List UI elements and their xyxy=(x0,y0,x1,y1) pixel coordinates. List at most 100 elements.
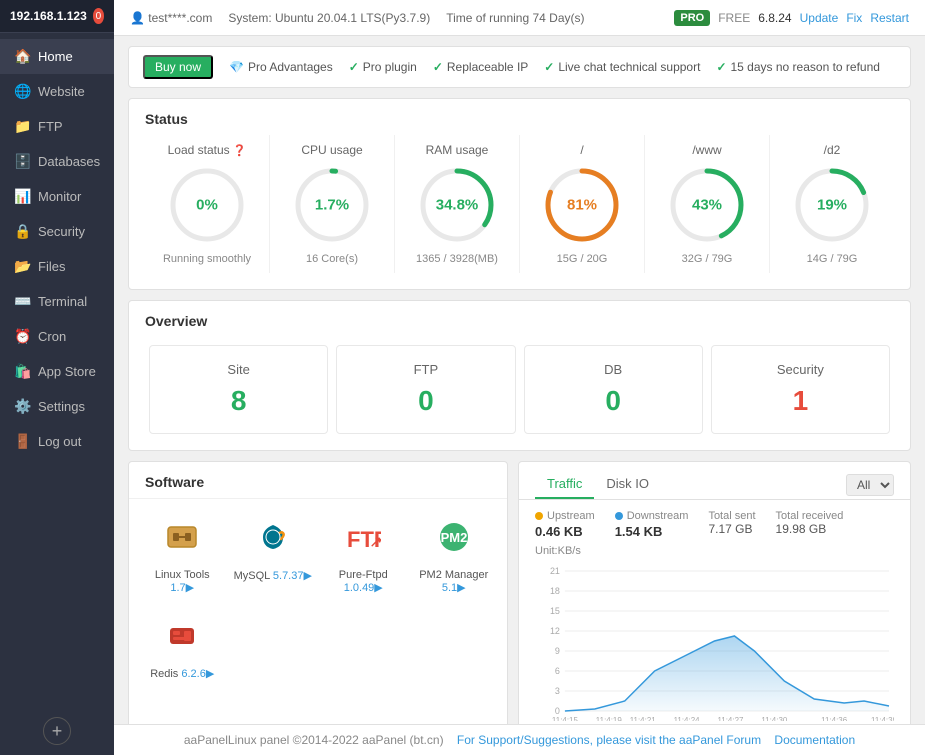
sidebar: 192.168.1.123 0 🏠Home🌐Website 📁 FTP 🗄️Datab… xyxy=(0,0,114,755)
sidebar-item-cron[interactable]: ⏰Cron xyxy=(0,319,114,354)
nav-label-0: Home xyxy=(38,49,73,64)
chart-unit: Unit:KB/s xyxy=(535,545,894,557)
restart-link[interactable]: Restart xyxy=(870,11,909,25)
svg-text:11:4:36: 11:4:36 xyxy=(821,716,848,721)
sidebar-item-security[interactable]: 🔒Security xyxy=(0,214,114,249)
overview-title: Overview xyxy=(129,301,910,337)
gauge-5: /d2 19% 14G / 79G xyxy=(770,135,894,273)
software-title: Software xyxy=(129,462,507,499)
main-area: 👤 test****.com System: Ubuntu 20.04.1 LT… xyxy=(114,0,925,755)
gauge-sub-4: 32G / 79G xyxy=(649,253,765,265)
gauge-container-3: 81% xyxy=(542,165,622,245)
bottom-row: Software Linux Tools 1.7▶ MySQL 5.7.37▶ … xyxy=(128,461,911,724)
sidebar-badge: 0 xyxy=(93,8,104,24)
downstream-label: Downstream xyxy=(615,510,689,522)
nav-icon-3: 🗄️ xyxy=(14,153,30,170)
overview-card-2[interactable]: DB 0 xyxy=(524,345,703,434)
software-item-0[interactable]: Linux Tools 1.7▶ xyxy=(139,509,226,604)
software-item-1[interactable]: MySQL 5.7.37▶ xyxy=(230,509,317,604)
gauge-value-0: 0% xyxy=(196,197,218,214)
gauge-sub-2: 1365 / 3928(MB) xyxy=(399,253,515,265)
buy-now-button[interactable]: Buy now xyxy=(143,55,213,79)
sidebar-nav: 🏠Home🌐Website 📁 FTP 🗄️Databases 📊 Monitor 🔒Sec… xyxy=(0,33,114,707)
tab-diskio[interactable]: Disk IO xyxy=(594,470,661,499)
topbar-left: 👤 test****.com System: Ubuntu 20.04.1 LT… xyxy=(130,11,585,25)
gauge-0: Load status ❓ 0% Running smoothly xyxy=(145,135,270,273)
stat-total-sent: Total sent 7.17 GB xyxy=(708,510,755,539)
gauge-container-1: 1.7% xyxy=(292,165,372,245)
traffic-filter-select[interactable]: All xyxy=(846,474,894,496)
svg-text:3: 3 xyxy=(555,686,560,696)
mysql-icon xyxy=(255,519,291,555)
software-item-3[interactable]: PM2 PM2 Manager 5.1▶ xyxy=(411,509,498,604)
nav-label-4: Monitor xyxy=(38,189,81,204)
sidebar-item-app-store[interactable]: 🛍️App Store xyxy=(0,354,114,389)
sidebar-item-ftp[interactable]: 📁 FTP xyxy=(0,109,114,144)
ov-value-1: 0 xyxy=(345,385,506,417)
sidebar-item-home[interactable]: 🏠Home xyxy=(0,39,114,74)
gauge-sub-1: 16 Core(s) xyxy=(274,253,390,265)
nav-label-8: Cron xyxy=(38,329,66,344)
pro-banner: Buy now 💎 Pro Advantages ✓ Pro plugin ✓ … xyxy=(128,46,911,88)
gauge-container-0: 0% xyxy=(167,165,247,245)
add-button[interactable]: + xyxy=(43,717,71,745)
sw-icon-container-2: FTP↗ xyxy=(324,519,403,563)
nav-icon-9: 🛍️ xyxy=(14,363,30,380)
tab-traffic[interactable]: Traffic xyxy=(535,470,594,499)
pro-replaceable-ip: ✓ Replaceable IP xyxy=(433,60,528,74)
stat-downstream: Downstream 1.54 KB xyxy=(615,510,689,539)
nav-icon-4: 📊 xyxy=(14,188,30,205)
sidebar-item-settings[interactable]: ⚙️Settings xyxy=(0,389,114,424)
gauge-label-2: RAM usage xyxy=(399,143,515,157)
overview-card-1[interactable]: FTP 0 xyxy=(336,345,515,434)
nav-label-6: Files xyxy=(38,259,65,274)
sw-icon-container-4 xyxy=(143,618,222,662)
ov-label-0: Site xyxy=(158,362,319,377)
overview-card-3[interactable]: Security 1 xyxy=(711,345,890,434)
sw-version-3: 5.1▶ xyxy=(442,582,466,594)
pro-advantage: 💎 Pro Advantages xyxy=(229,60,333,74)
nav-icon-2: 📁 xyxy=(14,118,30,135)
sidebar-item-terminal[interactable]: ⌨️Terminal xyxy=(0,284,114,319)
chart-area: Unit:KB/s 21 18 15 xyxy=(519,545,910,724)
nav-icon-5: 🔒 xyxy=(14,223,30,240)
sidebar-item-log-out[interactable]: 🚪Log out xyxy=(0,424,114,459)
svg-text:PM2: PM2 xyxy=(440,530,467,545)
topbar-right: PRO FREE 6.8.24 Update Fix Restart xyxy=(674,10,909,26)
gauge-label-5: /d2 xyxy=(774,143,890,157)
overview-card-0[interactable]: Site 8 xyxy=(149,345,328,434)
pro-refund: ✓ 15 days no reason to refund xyxy=(716,60,880,74)
ov-label-1: FTP xyxy=(345,362,506,377)
pm2-icon: PM2 xyxy=(436,519,472,555)
nav-icon-6: 📂 xyxy=(14,258,30,275)
gauge-value-1: 1.7% xyxy=(315,197,349,214)
sidebar-item-files[interactable]: 📂 Files xyxy=(0,249,114,284)
sidebar-item-databases[interactable]: 🗄️Databases xyxy=(0,144,114,179)
sidebar-header: 192.168.1.123 0 xyxy=(0,0,114,33)
gauge-label-4: /www xyxy=(649,143,765,157)
gauge-container-5: 19% xyxy=(792,165,872,245)
footer-copyright: aaPanelLinux panel ©2014-2022 aaPanel (b… xyxy=(184,733,444,747)
linux-tools-icon xyxy=(164,519,200,555)
nav-icon-10: ⚙️ xyxy=(14,398,30,415)
svg-text:9: 9 xyxy=(555,646,560,656)
footer-support-link[interactable]: For Support/Suggestions, please visit th… xyxy=(457,733,761,747)
footer-docs-link[interactable]: Documentation xyxy=(774,733,855,747)
total-sent-label: Total sent xyxy=(708,510,755,522)
sw-name-4: Redis 6.2.6▶ xyxy=(143,667,222,680)
software-item-4[interactable]: Redis 6.2.6▶ xyxy=(139,608,226,691)
overview-cards: Site 8 FTP 0 DB 0 Security 1 xyxy=(129,337,910,450)
sidebar-item-website[interactable]: 🌐Website xyxy=(0,74,114,109)
ov-value-2: 0 xyxy=(533,385,694,417)
gauge-label-3: / xyxy=(524,143,640,157)
traffic-chart: 21 18 15 12 9 6 3 0 xyxy=(535,561,894,721)
nav-icon-7: ⌨️ xyxy=(14,293,30,310)
fix-link[interactable]: Fix xyxy=(846,11,862,25)
software-item-2[interactable]: FTP↗ Pure-Ftpd 1.0.49▶ xyxy=(320,509,407,604)
status-title: Status xyxy=(129,99,910,135)
update-link[interactable]: Update xyxy=(800,11,839,25)
sidebar-item-monitor[interactable]: 📊 Monitor xyxy=(0,179,114,214)
nav-label-2: FTP xyxy=(38,119,63,134)
gauge-value-5: 19% xyxy=(817,197,847,214)
sidebar-ip: 192.168.1.123 xyxy=(10,9,87,23)
